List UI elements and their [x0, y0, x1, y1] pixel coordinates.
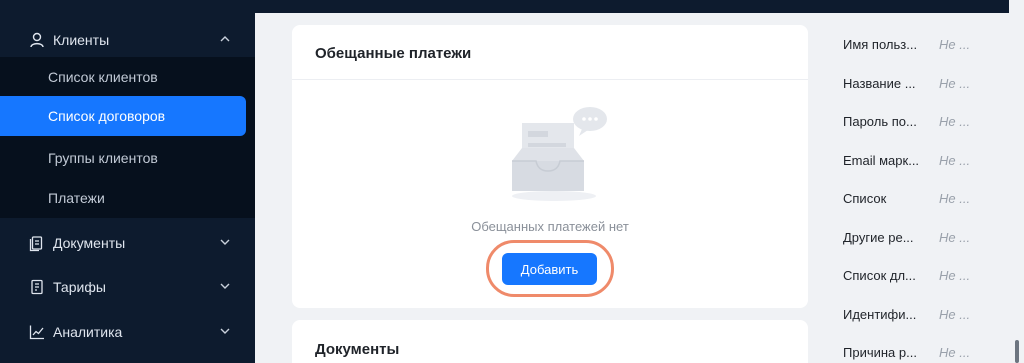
sidebar-item-label: Документы [53, 235, 126, 251]
field-label: Идентифи... [843, 307, 917, 322]
field-label: Другие ре... [843, 230, 914, 245]
sidebar-item-client-groups[interactable]: Группы клиентов [0, 138, 255, 178]
chevron-down-icon[interactable] [218, 235, 232, 249]
field-row: Идентифи... Не ... [843, 307, 1008, 327]
sidebar-item-documents[interactable]: Документы [0, 222, 255, 264]
field-row: Email марк... Не ... [843, 153, 1008, 173]
field-value[interactable]: Не ... [939, 153, 970, 168]
field-label: Email марк... [843, 153, 920, 168]
sidebar-item-label: Группы клиентов [48, 150, 158, 166]
field-row: Список дл... Не ... [843, 268, 1008, 288]
field-value[interactable]: Не ... [939, 191, 970, 206]
sidebar-item-analytics[interactable]: Аналитика [0, 311, 255, 353]
chevron-up-icon[interactable] [218, 32, 232, 46]
field-label: Список [843, 191, 887, 206]
field-value[interactable]: Не ... [939, 76, 970, 91]
scrollbar-track [1009, 0, 1024, 363]
field-label: Список дл... [843, 268, 916, 283]
sidebar-item-client-list[interactable]: Список клиентов [0, 57, 255, 97]
card-title: Обещанные платежи [315, 45, 472, 62]
sidebar-item-label: Платежи [48, 190, 105, 206]
chevron-down-icon[interactable] [218, 324, 232, 338]
sidebar-item-payments[interactable]: Платежи [0, 178, 255, 218]
promised-payments-card: Обещанные платежи Обещанных платежей нет… [292, 25, 808, 308]
card-title: Документы [315, 341, 400, 358]
sidebar-item-contract-list[interactable]: Список договоров [0, 96, 246, 136]
add-button[interactable]: Добавить [502, 253, 597, 285]
sidebar-item-label: Список клиентов [48, 69, 158, 85]
sidebar-item-label: Аналитика [53, 324, 123, 340]
sidebar-item-label: Клиенты [53, 32, 110, 48]
tariff-icon [31, 279, 43, 295]
field-value[interactable]: Не ... [939, 37, 970, 52]
field-label: Название ... [843, 76, 916, 91]
sidebar-item-clients[interactable]: Клиенты [0, 19, 255, 61]
field-value[interactable]: Не ... [939, 345, 970, 360]
empty-inbox-icon [512, 107, 607, 201]
chevron-down-icon[interactable] [218, 279, 232, 293]
sidebar-item-label: Тарифы [53, 279, 106, 295]
sidebar-item-tariffs[interactable]: Тарифы [0, 266, 255, 308]
field-value[interactable]: Не ... [939, 230, 970, 245]
field-value[interactable]: Не ... [939, 268, 970, 283]
field-value[interactable]: Не ... [939, 307, 970, 322]
sidebar-item-label: Список договоров [48, 108, 166, 124]
field-value[interactable]: Не ... [939, 114, 970, 129]
field-row: Другие ре... Не ... [843, 230, 1008, 250]
line-chart-icon [29, 325, 44, 340]
scrollbar-thumb[interactable] [1015, 340, 1019, 363]
field-row: Список Не ... [843, 191, 1008, 211]
card-header: Обещанные платежи [292, 25, 808, 80]
header-bar [255, 0, 1009, 13]
field-label: Имя польз... [843, 37, 918, 52]
empty-state-text: Обещанных платежей нет [471, 219, 629, 234]
documents-card: Документы [292, 320, 808, 363]
field-row: Пароль по... Не ... [843, 114, 1008, 134]
field-row: Причина р... Не ... [843, 345, 1008, 363]
field-row: Имя польз... Не ... [843, 37, 1008, 57]
field-label: Причина р... [843, 345, 917, 360]
sidebar: Клиенты Список клиентов Список договоров… [0, 0, 255, 363]
field-label: Пароль по... [843, 114, 917, 129]
documents-icon [29, 236, 43, 252]
field-row: Название ... Не ... [843, 76, 1008, 96]
user-icon [30, 32, 44, 48]
